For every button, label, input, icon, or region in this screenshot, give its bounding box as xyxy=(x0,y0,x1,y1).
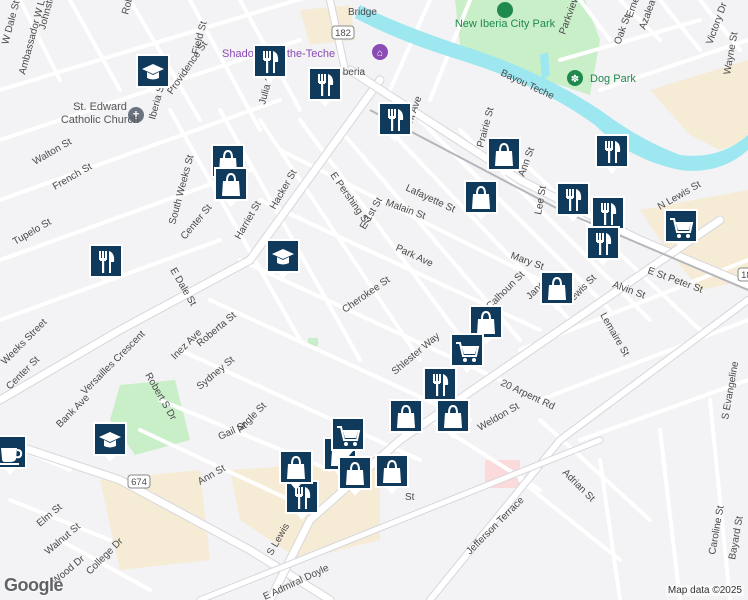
map-marker-restaurant[interactable] xyxy=(285,480,319,520)
map-data-attribution[interactable]: Map data ©2025 xyxy=(665,585,744,596)
map-marker-shopping-bag[interactable] xyxy=(279,450,313,490)
map-marker-restaurant[interactable] xyxy=(378,102,412,142)
map-marker-shopping-cart[interactable] xyxy=(331,417,365,457)
map-marker-restaurant[interactable] xyxy=(89,244,123,284)
map-marker-shopping-bag[interactable] xyxy=(389,399,423,439)
svg-text:Dog Park: Dog Park xyxy=(590,73,636,85)
google-logo[interactable]: Google xyxy=(4,575,64,596)
map-marker-shopping-cart[interactable] xyxy=(450,333,484,373)
svg-text:182: 182 xyxy=(335,28,351,39)
svg-text:674: 674 xyxy=(131,477,147,488)
route-shield: 182 xyxy=(331,25,355,40)
street-label: St xyxy=(405,492,415,503)
map-marker-shopping-cart[interactable] xyxy=(664,209,698,249)
paw-icon: ✽ xyxy=(571,74,579,85)
map-marker-shopping-bag[interactable] xyxy=(375,454,409,494)
map-marker-school[interactable] xyxy=(266,239,300,279)
map-marker-school[interactable] xyxy=(136,54,170,94)
map-marker-shopping-bag[interactable] xyxy=(338,456,372,496)
map-marker-school[interactable] xyxy=(93,422,127,462)
map-marker-restaurant[interactable] xyxy=(253,44,287,84)
map-marker-restaurant[interactable] xyxy=(586,226,620,266)
map-canvas[interactable]: Johnston StAmbassador W Lemell DrW Dale … xyxy=(0,0,748,600)
map-marker-coffee[interactable] xyxy=(0,435,27,475)
map-marker-shopping-bag[interactable] xyxy=(464,180,498,220)
map-marker-restaurant[interactable] xyxy=(308,67,342,107)
map-marker-shopping-bag[interactable] xyxy=(540,271,574,311)
svg-text:182: 182 xyxy=(741,270,748,281)
route-shield: 674 xyxy=(127,474,151,489)
route-shield: 182 xyxy=(737,267,748,282)
map-marker-shopping-bag[interactable] xyxy=(436,399,470,439)
map-marker-shopping-bag[interactable] xyxy=(214,167,248,207)
svg-text:New Iberia City Park: New Iberia City Park xyxy=(455,18,556,30)
map-marker-shopping-bag[interactable] xyxy=(487,137,521,177)
poi-dog-park[interactable]: ✽ Dog Park xyxy=(567,70,636,86)
museum-icon: ⌂ xyxy=(377,48,383,59)
map-marker-restaurant[interactable] xyxy=(595,134,629,174)
map-marker-restaurant[interactable] xyxy=(556,182,590,222)
street-label: Bridge xyxy=(348,7,377,18)
